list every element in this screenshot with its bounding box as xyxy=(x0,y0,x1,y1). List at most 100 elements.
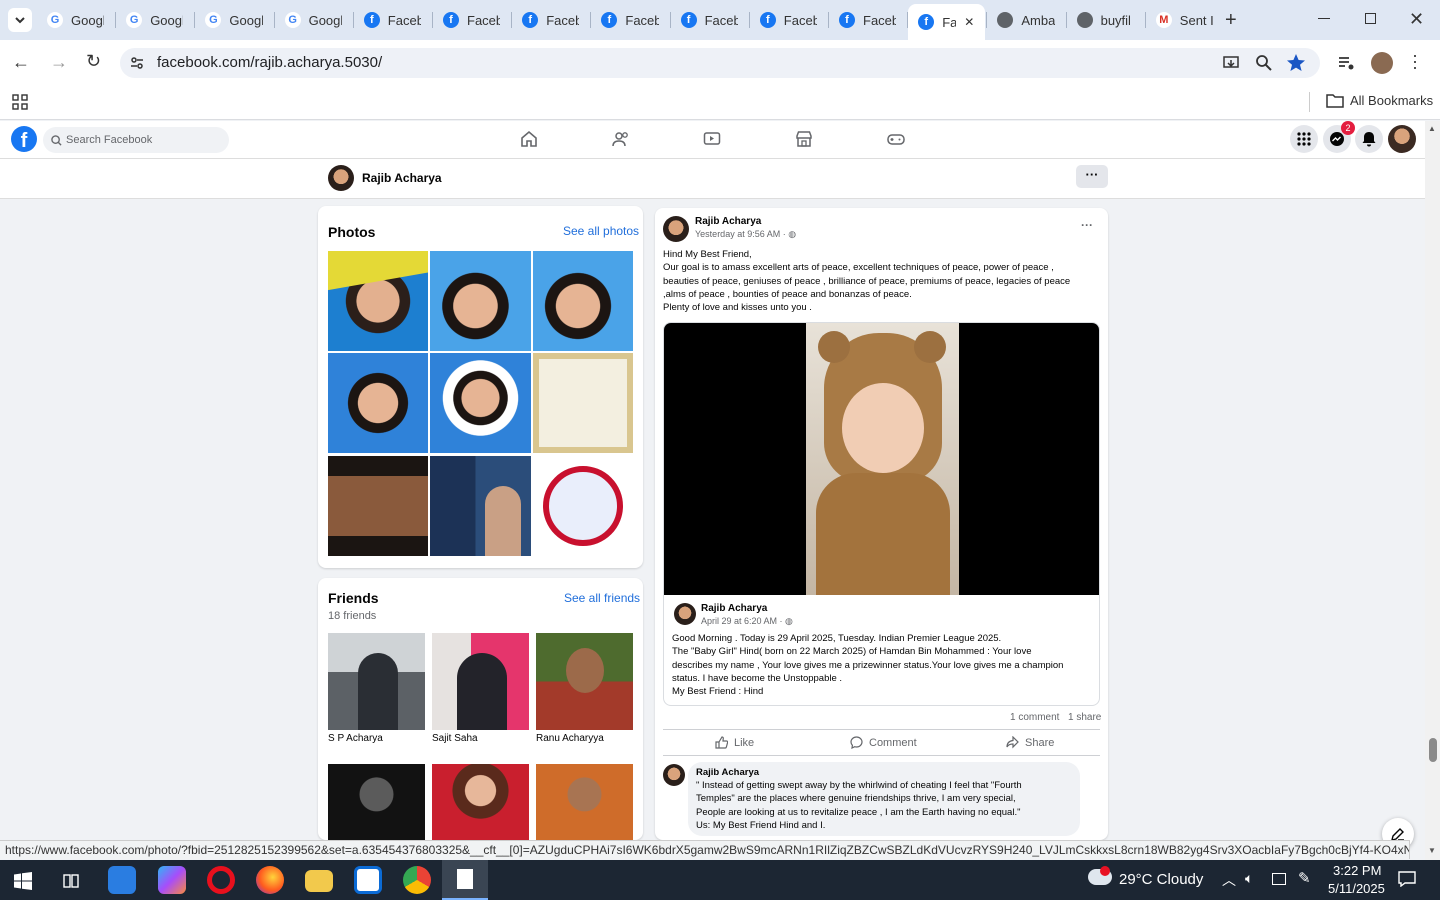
tray-chevron-icon[interactable]: ︿ xyxy=(1222,870,1236,890)
comment-author[interactable]: Rajib Acharya xyxy=(696,767,759,778)
photo-thumbnail[interactable] xyxy=(430,456,531,556)
restore-button[interactable] xyxy=(1365,13,1376,24)
weather-text[interactable]: 29°C Cloudy xyxy=(1119,871,1203,888)
home-icon[interactable] xyxy=(520,130,538,148)
share-label[interactable]: Share xyxy=(1025,737,1054,749)
marketplace-icon[interactable] xyxy=(795,130,813,148)
commenter-avatar[interactable] xyxy=(663,764,685,786)
gaming-icon[interactable] xyxy=(887,130,905,148)
copilot-icon[interactable] xyxy=(158,866,186,894)
comment-count[interactable]: 1 comment xyxy=(1010,712,1059,723)
photo-thumbnail[interactable] xyxy=(328,251,428,351)
account-avatar[interactable] xyxy=(1388,125,1416,153)
like-label[interactable]: Like xyxy=(734,737,754,749)
like-button[interactable]: Like xyxy=(715,736,754,749)
share-button[interactable]: Share xyxy=(1006,736,1054,749)
shared-post[interactable]: Rajib Acharya April 29 at 6:20 AM · ◍ Go… xyxy=(663,322,1100,706)
friend-name[interactable]: Ranu Acharyya xyxy=(536,733,604,744)
install-app-icon[interactable] xyxy=(1222,54,1240,72)
post-timestamp[interactable]: Yesterday at 9:56 AM · ◍ xyxy=(695,229,796,240)
apps-grid-icon[interactable] xyxy=(12,94,28,110)
app-icon-1[interactable] xyxy=(108,866,136,894)
forward-button[interactable]: → xyxy=(50,52,68,73)
pen-icon[interactable]: ✎ xyxy=(1298,869,1311,887)
reload-button[interactable]: ↻ xyxy=(86,51,101,72)
photo-thumbnail[interactable] xyxy=(430,353,531,453)
all-bookmarks-label[interactable]: All Bookmarks xyxy=(1350,93,1433,108)
share-count[interactable]: 1 share xyxy=(1068,712,1101,723)
friend-photo[interactable] xyxy=(432,764,529,840)
shared-timestamp[interactable]: April 29 at 6:20 AM · ◍ xyxy=(701,616,793,627)
firefox-icon[interactable] xyxy=(256,866,284,894)
profile-more-button[interactable]: ··· xyxy=(1076,165,1108,188)
profile-name[interactable]: Rajib Acharya xyxy=(362,171,442,185)
post-time-text[interactable]: Yesterday at 9:56 AM · xyxy=(695,229,788,239)
opera-icon[interactable] xyxy=(207,866,235,894)
friend-photo[interactable] xyxy=(328,764,425,840)
post-author-avatar[interactable] xyxy=(663,216,689,242)
photo-thumbnail[interactable] xyxy=(533,456,633,556)
notifications-button[interactable] xyxy=(1355,125,1383,153)
chrome-icon[interactable] xyxy=(403,866,431,894)
browser-menu-button[interactable]: · · · xyxy=(1412,46,1418,76)
back-button[interactable]: ← xyxy=(12,52,30,73)
scrollbar-up-arrow[interactable]: ▲ xyxy=(1428,124,1436,133)
store-icon[interactable] xyxy=(354,866,382,894)
shared-photo[interactable] xyxy=(664,323,1099,595)
friend-photo[interactable] xyxy=(536,633,633,730)
friends-icon[interactable] xyxy=(612,130,630,148)
browser-tab[interactable]: f Faceb xyxy=(750,6,827,34)
browser-tab[interactable]: Amba xyxy=(987,6,1064,34)
friend-photo[interactable] xyxy=(536,764,633,840)
post-author-name[interactable]: Rajib Acharya xyxy=(695,216,761,227)
network-icon[interactable] xyxy=(1272,873,1286,885)
browser-tab[interactable]: f Faceb xyxy=(829,6,906,34)
browser-tab[interactable]: f Faceb xyxy=(354,6,431,34)
media-control-icon[interactable] xyxy=(1337,54,1355,72)
shared-author-name[interactable]: Rajib Acharya xyxy=(701,603,767,614)
see-all-friends-link[interactable]: See all friends xyxy=(564,591,640,605)
friend-photo[interactable] xyxy=(432,633,529,730)
profile-avatar-small[interactable] xyxy=(328,165,354,191)
zoom-icon[interactable] xyxy=(1255,54,1273,72)
photo-thumbnail[interactable] xyxy=(328,353,428,453)
browser-tab[interactable]: buyfil xyxy=(1067,6,1144,34)
windows-start-icon[interactable] xyxy=(14,872,32,890)
task-view-icon[interactable] xyxy=(62,872,80,890)
friend-name[interactable]: Sajit Saha xyxy=(432,733,478,744)
file-explorer-icon[interactable] xyxy=(305,870,333,892)
watch-icon[interactable] xyxy=(703,130,721,148)
omnibox[interactable]: facebook.com/rajib.acharya.5030/ xyxy=(120,48,1320,78)
url-text[interactable]: facebook.com/rajib.acharya.5030/ xyxy=(157,54,382,71)
messenger-button[interactable]: 2 xyxy=(1323,121,1355,153)
site-info-icon[interactable] xyxy=(129,55,145,71)
browser-tab[interactable]: G Googl xyxy=(116,6,193,34)
browser-tab[interactable]: M Sent I xyxy=(1146,6,1223,34)
browser-tab[interactable]: G Googl xyxy=(37,6,114,34)
browser-tab[interactable]: f Fa ✕ xyxy=(908,4,986,40)
post-options-button[interactable]: ··· xyxy=(1081,218,1093,232)
scrollbar-thumb[interactable] xyxy=(1429,738,1437,762)
volume-icon[interactable]: 🔈︎ xyxy=(1245,870,1253,887)
menu-grid-button[interactable] xyxy=(1290,125,1318,153)
shared-author-avatar[interactable] xyxy=(674,603,696,625)
facebook-logo[interactable]: f xyxy=(11,126,37,152)
bookmark-star-icon[interactable] xyxy=(1286,53,1306,73)
see-all-photos-link[interactable]: See all photos xyxy=(563,224,639,238)
comment-button[interactable]: Comment xyxy=(850,736,917,749)
shared-time-text[interactable]: April 29 at 6:20 AM · xyxy=(701,616,785,626)
page-scrollbar[interactable]: ▲ ▼ xyxy=(1425,121,1440,860)
scrollbar-down-arrow[interactable]: ▼ xyxy=(1428,846,1436,855)
active-app-highlight[interactable] xyxy=(442,860,488,900)
browser-tab[interactable]: f Faceb xyxy=(591,6,668,34)
search-input[interactable]: Search Facebook xyxy=(43,127,229,153)
browser-tab[interactable]: f Faceb xyxy=(433,6,510,34)
friend-name[interactable]: S P Acharya xyxy=(328,733,383,744)
minimize-button[interactable] xyxy=(1318,18,1330,19)
photo-thumbnail[interactable] xyxy=(533,251,633,351)
browser-tab[interactable]: G Googl xyxy=(275,6,352,34)
photo-thumbnail[interactable] xyxy=(430,251,531,351)
comment-label[interactable]: Comment xyxy=(869,737,917,749)
notification-center-icon[interactable] xyxy=(1398,871,1416,887)
tab-search-button[interactable] xyxy=(8,8,32,32)
